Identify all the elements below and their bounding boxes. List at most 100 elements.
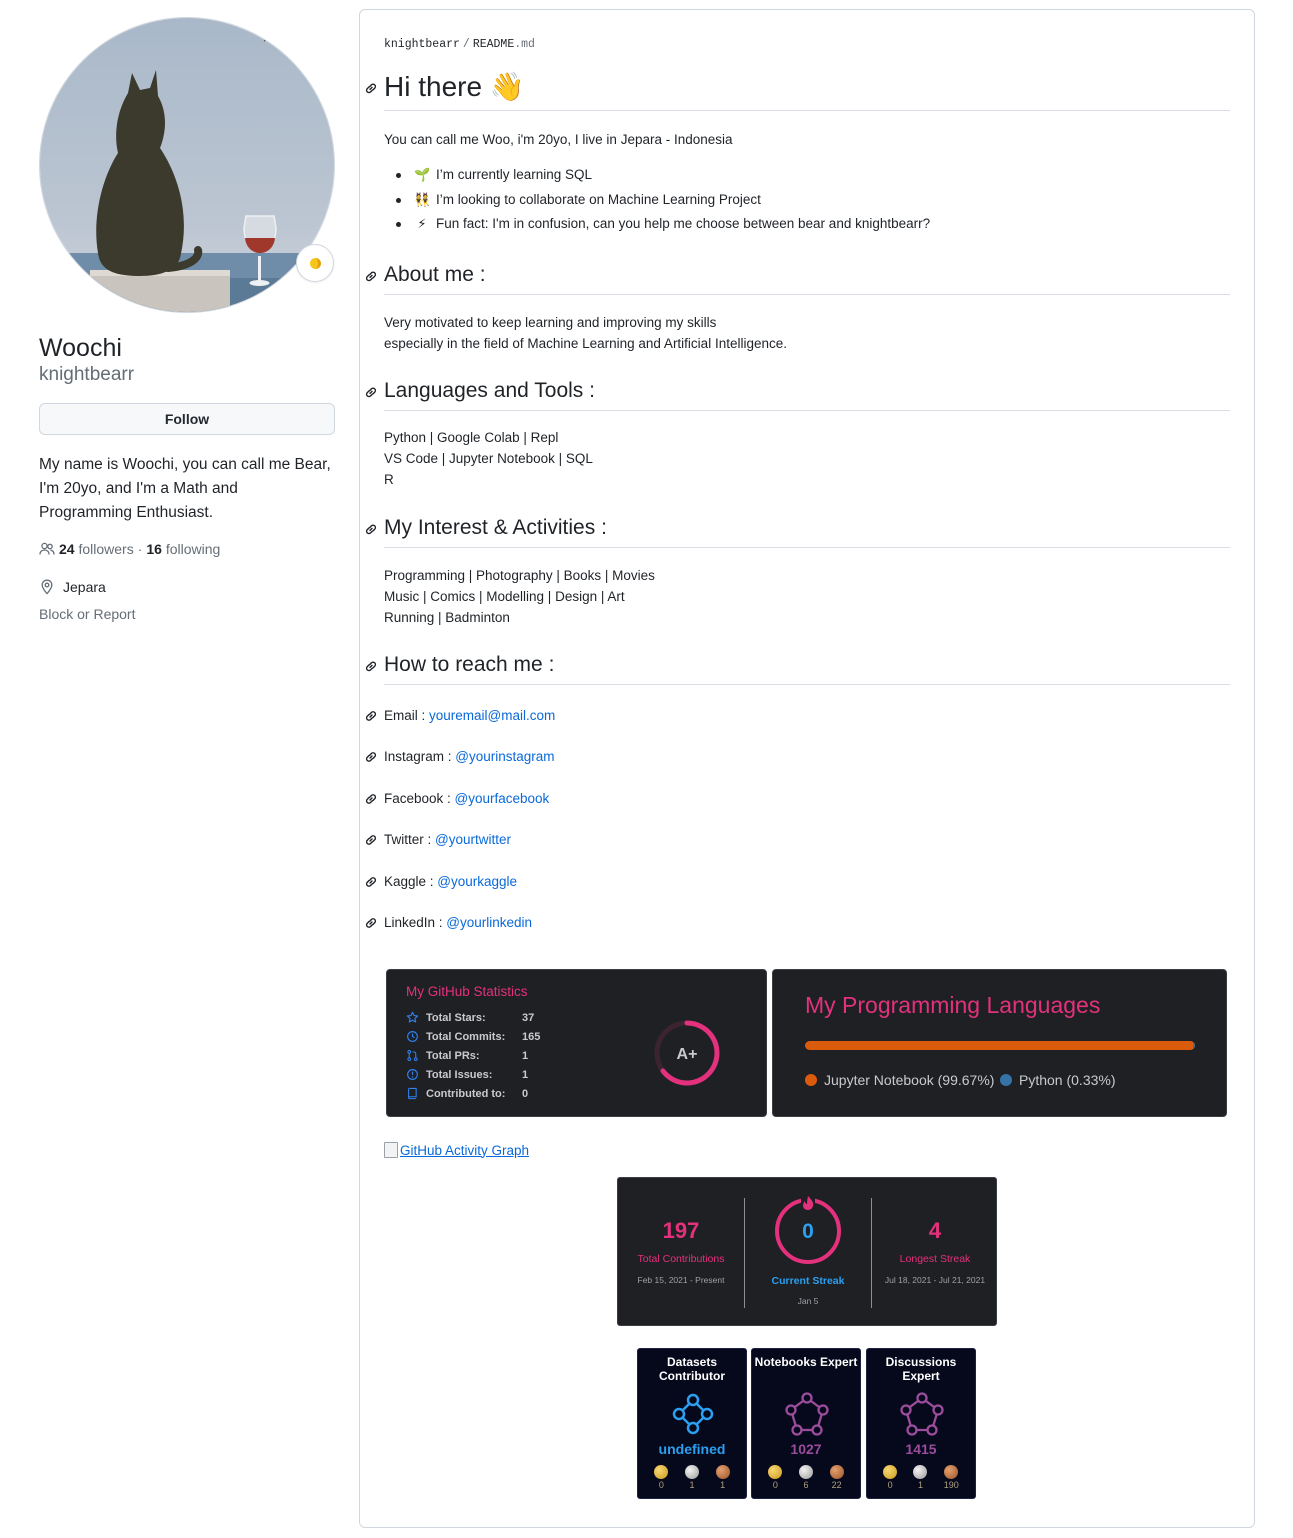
section-languages: Languages and Tools : Python | Google Co… bbox=[365, 378, 1230, 490]
silver-medal: 1 bbox=[684, 1465, 699, 1490]
contact-label: Instagram : bbox=[384, 749, 456, 764]
bronze-medal: 22 bbox=[829, 1465, 844, 1490]
bronze-medal-icon bbox=[944, 1465, 959, 1479]
gold-medal-icon bbox=[654, 1465, 669, 1479]
medal-count: 1 bbox=[689, 1480, 695, 1490]
link-anchor-icon[interactable] bbox=[363, 915, 379, 931]
pull-request-icon bbox=[407, 1049, 418, 1062]
facebook-link[interactable]: @yourfacebook bbox=[455, 791, 550, 806]
total-contributions-range: Feb 15, 2021 - Present bbox=[637, 1275, 725, 1285]
heading-reach-text: How to reach me : bbox=[384, 653, 555, 676]
kaggle-notebooks-badge[interactable]: Notebooks Expert 1027 0 6 22 bbox=[751, 1348, 861, 1499]
contact-label: Twitter : bbox=[384, 832, 436, 847]
streak-stats-card[interactable]: 197 Total Contributions Feb 15, 2021 - P… bbox=[617, 1177, 997, 1326]
followers-link[interactable]: 24 followers bbox=[59, 541, 134, 557]
medal-count: 1 bbox=[720, 1480, 726, 1490]
bronze-medal: 190 bbox=[944, 1465, 959, 1490]
list-item-text: Fun fact: I'm in confusion, can you help… bbox=[436, 216, 931, 231]
stat-row-contributed: Contributed to: 0 bbox=[406, 1087, 528, 1100]
kaggle-discussions-badge[interactable]: Discussions Expert 1415 0 1 190 bbox=[866, 1348, 976, 1499]
legend-jupyter: Jupyter Notebook (99.67%) bbox=[805, 1072, 994, 1088]
languages-line: R bbox=[384, 472, 394, 487]
link-anchor-icon[interactable] bbox=[363, 832, 379, 848]
badge-title: Datasets Contributor bbox=[659, 1355, 725, 1383]
contact-kaggle: Kaggle : @yourkaggle bbox=[365, 873, 517, 891]
avatar-wrapper bbox=[39, 17, 335, 313]
activity-graph-link[interactable]: GitHub Activity Graph bbox=[384, 1142, 529, 1158]
issue-icon bbox=[407, 1069, 418, 1080]
heading-hi-there: Hi there 👋 bbox=[365, 70, 1230, 111]
streak-total: 197 Total Contributions Feb 15, 2021 - P… bbox=[618, 1178, 744, 1325]
following-link[interactable]: 16 following bbox=[146, 541, 220, 557]
link-anchor-icon[interactable] bbox=[363, 521, 379, 537]
contact-facebook: Facebook : @yourfacebook bbox=[365, 790, 550, 808]
avatar[interactable] bbox=[39, 17, 335, 313]
languages-line: VS Code | Jupyter Notebook | SQL bbox=[384, 451, 593, 466]
github-stats-card[interactable]: My GitHub Statistics Total Stars: 37 Tot… bbox=[386, 969, 767, 1117]
follow-stats: 24 followers · 16 following bbox=[39, 541, 335, 557]
legend-label: Jupyter Notebook (99.67%) bbox=[824, 1072, 995, 1088]
breadcrumb-owner[interactable]: knightbearr bbox=[384, 38, 460, 51]
followers-label: followers bbox=[78, 541, 134, 557]
block-or-report-link[interactable]: Block or Report bbox=[39, 606, 335, 622]
link-anchor-icon[interactable] bbox=[363, 384, 379, 400]
longest-streak-range: Jul 18, 2021 - Jul 21, 2021 bbox=[884, 1275, 986, 1285]
contact-twitter: Twitter : @yourtwitter bbox=[365, 831, 511, 849]
breadcrumb-separator: / bbox=[462, 38, 470, 51]
bronze-medal-icon bbox=[715, 1465, 730, 1479]
location-text: Jepara bbox=[63, 579, 106, 595]
current-streak-value: 0 bbox=[802, 1220, 814, 1243]
medal-count: 22 bbox=[831, 1480, 842, 1490]
contact-instagram: Instagram : @yourinstagram bbox=[365, 748, 555, 766]
link-anchor-icon[interactable] bbox=[363, 749, 379, 765]
heading-languages: Languages and Tools : bbox=[365, 378, 1230, 411]
link-anchor-icon[interactable] bbox=[363, 791, 379, 807]
people-dancing-icon: 👯 bbox=[414, 191, 431, 207]
linkedin-link[interactable]: @yourlinkedin bbox=[446, 915, 532, 930]
profile-bio: My name is Woochi, you can call me Bear,… bbox=[39, 456, 331, 521]
about-line: Very motivated to keep learning and impr… bbox=[384, 315, 717, 330]
contact-label: Kaggle : bbox=[384, 874, 438, 889]
about-line: especially in the field of Machine Learn… bbox=[384, 336, 787, 351]
medal-count: 0 bbox=[772, 1480, 778, 1490]
broken-image-icon bbox=[384, 1142, 398, 1158]
github-stats-title: My GitHub Statistics bbox=[406, 984, 528, 999]
clock-icon bbox=[407, 1031, 418, 1042]
star-icon bbox=[406, 1011, 419, 1023]
medal-count: 6 bbox=[803, 1480, 809, 1490]
link-anchor-icon[interactable] bbox=[363, 708, 379, 724]
contact-label: LinkedIn : bbox=[384, 915, 447, 930]
section-interest: My Interest & Activities : Programming |… bbox=[365, 515, 1230, 628]
top-languages-card[interactable]: My Programming Languages Jupyter Noteboo… bbox=[772, 969, 1227, 1117]
badge-value: 1027 bbox=[790, 1441, 822, 1457]
stat-value: 1 bbox=[522, 1049, 529, 1062]
interest-line: Running | Badminton bbox=[384, 610, 510, 625]
python-swatch bbox=[1000, 1074, 1012, 1086]
total-contributions-label: Total Contributions bbox=[637, 1253, 725, 1265]
silver-medal-icon bbox=[798, 1465, 813, 1479]
medal-row: 0 1 1 bbox=[638, 1465, 746, 1490]
location-icon bbox=[41, 579, 53, 595]
badge-value: undefined bbox=[658, 1441, 726, 1457]
badge-value: 1415 bbox=[905, 1441, 937, 1457]
kaggle-datasets-badge[interactable]: Datasets Contributor undefined 0 1 1 bbox=[637, 1348, 747, 1499]
kaggle-link[interactable]: @yourkaggle bbox=[437, 874, 517, 889]
link-anchor-icon[interactable] bbox=[363, 658, 379, 674]
status-emoji-button[interactable] bbox=[296, 244, 334, 282]
grade-ring: A+ bbox=[654, 1020, 720, 1086]
gold-medal: 0 bbox=[654, 1465, 669, 1490]
stat-label: Total PRs: bbox=[426, 1049, 480, 1062]
stat-value: 1 bbox=[522, 1068, 529, 1081]
section-hi: Hi there 👋 You can call me Woo, i'm 20yo… bbox=[365, 70, 1230, 237]
link-anchor-icon[interactable] bbox=[363, 80, 379, 96]
instagram-link[interactable]: @yourinstagram bbox=[455, 749, 554, 764]
twitter-link[interactable]: @yourtwitter bbox=[435, 832, 511, 847]
followers-count: 24 bbox=[59, 541, 75, 557]
follow-button[interactable]: Follow bbox=[39, 403, 335, 435]
badge-title: Discussions Expert bbox=[885, 1355, 957, 1383]
link-anchor-icon[interactable] bbox=[363, 268, 379, 284]
jupyter-swatch bbox=[805, 1074, 817, 1086]
email-link[interactable]: youremail@mail.com bbox=[429, 708, 555, 723]
pentagon-network-icon bbox=[900, 1392, 944, 1436]
link-anchor-icon[interactable] bbox=[363, 874, 379, 890]
